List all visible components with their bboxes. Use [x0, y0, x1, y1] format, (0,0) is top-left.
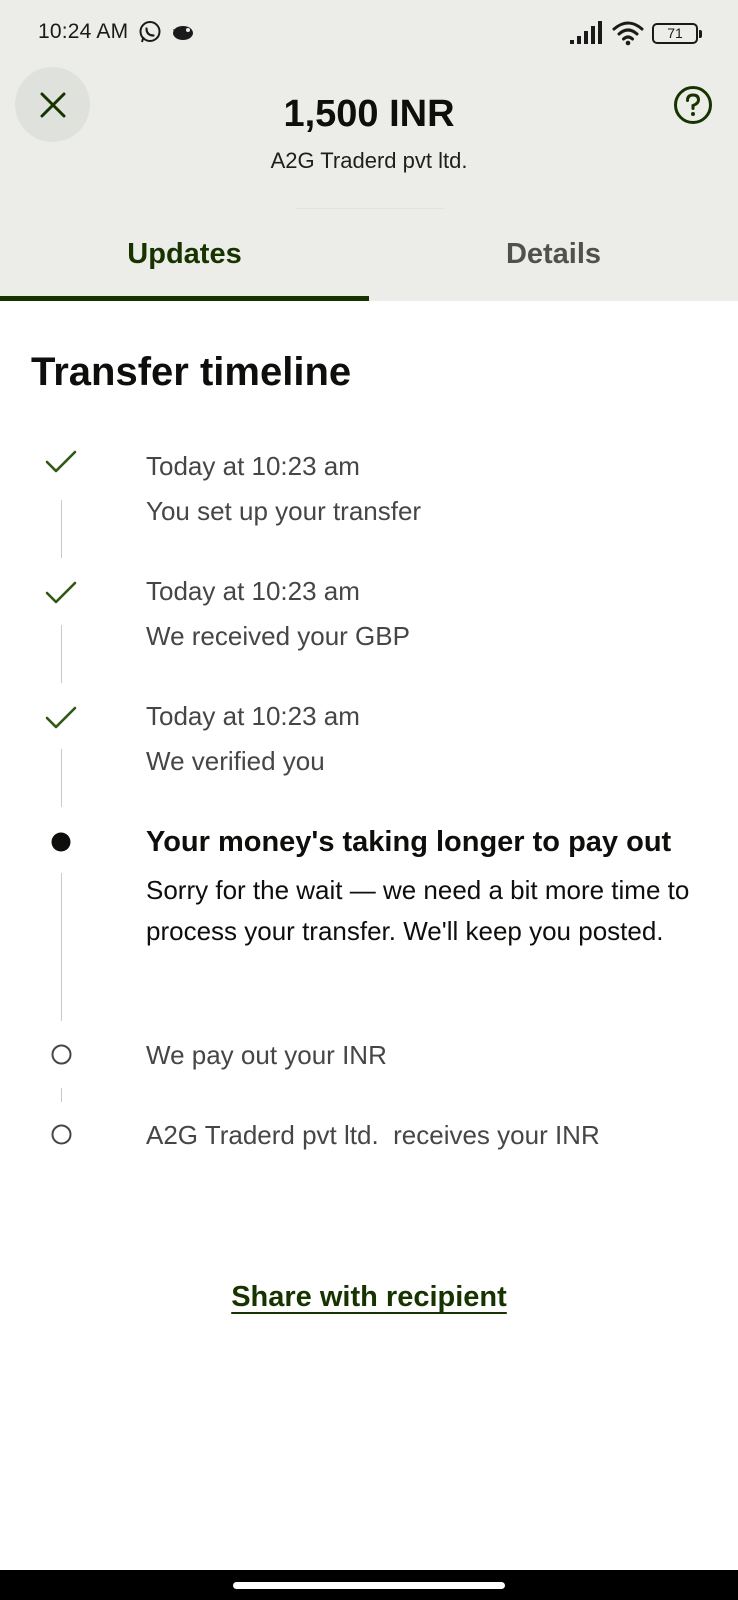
- signal-icon: [570, 21, 602, 44]
- step-time: Today at 10:23 am: [146, 701, 360, 731]
- home-indicator[interactable]: [233, 1582, 505, 1589]
- share-link-container: Share with recipient: [0, 1281, 738, 1314]
- whatsapp-icon: [139, 21, 161, 43]
- recipient-name: A2G Traderd pvt ltd.: [270, 148, 468, 173]
- current-step-dot-icon: [51, 832, 71, 852]
- step-text: We received your GBP: [146, 621, 410, 651]
- header-area: 10:24 AM 71 1,500 INR A2G Traderd pvt lt…: [0, 0, 738, 301]
- step-title: Your money's taking longer to pay out: [146, 826, 672, 858]
- active-tab-indicator: [0, 296, 369, 301]
- step-description: Sorry for the wait — we need a bit more …: [146, 875, 690, 946]
- section-title: Transfer timeline: [31, 350, 352, 394]
- step-text: A2G Traderd pvt ltd. receives your INR: [146, 1120, 600, 1150]
- timeline-connector: [61, 500, 62, 558]
- check-icon: [44, 576, 78, 610]
- step-text: You set up your transfer: [146, 496, 422, 526]
- divider: [295, 208, 445, 209]
- battery-level: 71: [667, 25, 683, 41]
- share-with-recipient-link[interactable]: Share with recipient: [231, 1281, 507, 1313]
- tab-details[interactable]: Details: [369, 222, 738, 301]
- tab-bar: Updates Details: [0, 222, 738, 301]
- timeline-connector: [61, 749, 62, 807]
- tab-updates[interactable]: Updates: [0, 222, 369, 301]
- battery-icon: 71: [652, 23, 702, 44]
- status-right-icons: 71: [558, 20, 702, 46]
- timeline-connector: [61, 1088, 62, 1102]
- transfer-amount: 1,500 INR: [283, 93, 455, 135]
- pending-step-circle-icon: [51, 1044, 72, 1065]
- status-time: 10:24 AM: [38, 20, 129, 43]
- check-icon: [44, 445, 78, 479]
- step-text: We verified you: [146, 746, 325, 776]
- timeline-connector: [61, 625, 62, 683]
- step-time: Today at 10:23 am: [146, 576, 360, 606]
- notification-bird-icon: [173, 26, 193, 40]
- check-icon: [44, 701, 78, 735]
- step-text: We pay out your INR: [146, 1040, 387, 1070]
- wifi-icon: [612, 21, 644, 46]
- timeline-connector: [61, 873, 62, 1021]
- step-time: Today at 10:23 am: [146, 451, 360, 481]
- pending-step-circle-icon: [51, 1124, 72, 1145]
- status-bar: 10:24 AM 71: [0, 0, 738, 66]
